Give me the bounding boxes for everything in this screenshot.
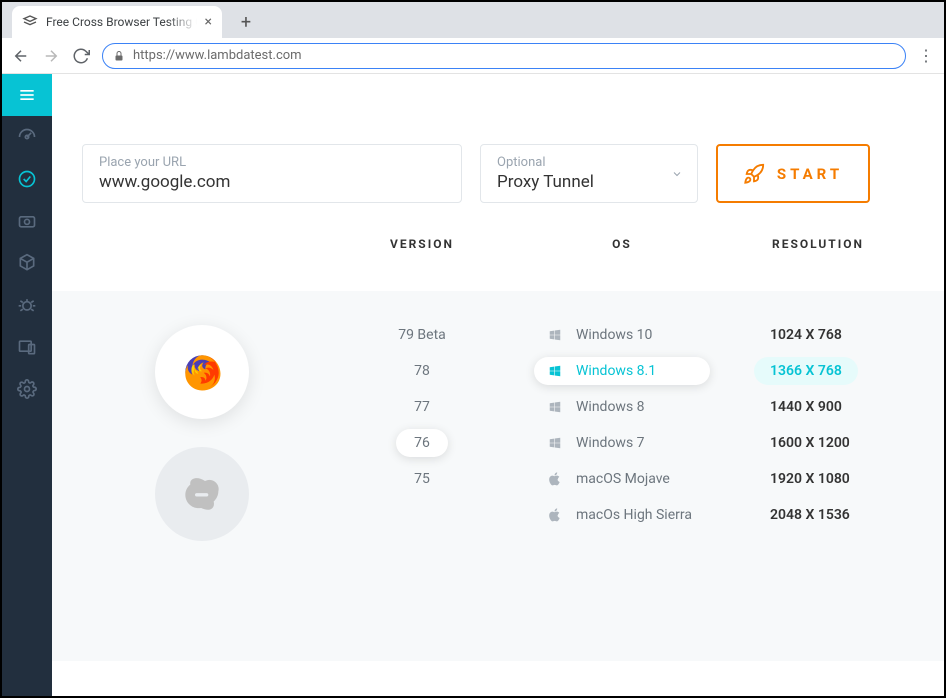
version-option[interactable]: 75 <box>396 465 448 493</box>
url-input-value: www.google.com <box>99 172 445 192</box>
browser-ie[interactable] <box>155 447 249 541</box>
version-option[interactable]: 76 <box>396 429 448 457</box>
os-option[interactable]: Windows 7 <box>534 429 710 457</box>
sidebar-item-responsive[interactable] <box>2 326 52 368</box>
resolution-list: 1024 X 768 1366 X 768 1440 X 900 1600 X 120… <box>722 321 914 541</box>
firefox-icon <box>180 350 224 394</box>
reload-button[interactable] <box>72 47 90 65</box>
tab-favicon <box>22 14 38 30</box>
rocket-icon <box>743 163 765 185</box>
resolution-option[interactable]: 1366 X 768 <box>754 357 858 385</box>
proxy-select[interactable]: Optional Proxy Tunnel <box>480 144 698 203</box>
sidebar-item-bug[interactable] <box>2 284 52 326</box>
resolution-option[interactable]: 1600 X 1200 <box>754 429 866 457</box>
version-option[interactable]: 79 Beta <box>380 321 464 349</box>
resolution-option[interactable]: 1024 X 768 <box>754 321 858 349</box>
resolution-option[interactable]: 1920 X 1080 <box>754 465 866 493</box>
start-button[interactable]: START <box>716 144 870 203</box>
browser-menu-button[interactable]: ⋮ <box>918 46 934 65</box>
version-option[interactable]: 77 <box>396 393 448 421</box>
url-input-label: Place your URL <box>99 155 445 170</box>
os-option[interactable]: Windows 10 <box>534 321 710 349</box>
gauge-icon <box>17 127 37 147</box>
header-version: VERSION <box>322 237 522 251</box>
address-input[interactable]: https://www.lambdatest.com <box>102 43 906 69</box>
sidebar-menu-toggle[interactable] <box>2 74 52 116</box>
cube-icon <box>17 253 37 273</box>
version-list: 79 Beta 78 77 76 75 <box>322 321 522 541</box>
tab-title: Free Cross Browser Testing Cloud <box>46 15 197 29</box>
sidebar-item-screenshot[interactable] <box>2 200 52 242</box>
new-tab-button[interactable]: + <box>232 8 260 36</box>
proxy-label: Optional <box>497 155 681 170</box>
devices-icon <box>17 337 37 357</box>
chevron-down-icon <box>671 168 683 180</box>
ie-icon <box>182 474 222 514</box>
gear-icon <box>17 379 37 399</box>
sidebar-item-cube[interactable] <box>2 242 52 284</box>
browser-addressbar: https://www.lambdatest.com ⋮ <box>2 38 944 74</box>
browser-tabbar: Free Cross Browser Testing Cloud × + <box>2 2 944 38</box>
close-tab-icon[interactable]: × <box>205 14 212 30</box>
browser-tab[interactable]: Free Cross Browser Testing Cloud × <box>12 6 222 38</box>
bug-icon <box>17 295 37 315</box>
version-option[interactable]: 78 <box>396 357 448 385</box>
back-button[interactable] <box>12 47 30 65</box>
os-list: Windows 10 Windows 8.1 Windows 8 Windows 7 m… <box>522 321 722 541</box>
header-os: OS <box>522 237 722 251</box>
os-option[interactable]: Windows 8 <box>534 393 710 421</box>
browser-firefox[interactable] <box>155 325 249 419</box>
sidebar-item-dashboard[interactable] <box>2 116 52 158</box>
proxy-value: Proxy Tunnel <box>497 172 681 192</box>
os-option[interactable]: macOs High Sierra <box>534 501 710 529</box>
os-option[interactable]: Windows 8.1 <box>534 357 710 385</box>
realtime-icon <box>17 169 37 189</box>
eye-icon <box>17 211 37 231</box>
os-option[interactable]: macOS Mojave <box>534 465 710 493</box>
start-button-label: START <box>777 165 843 183</box>
main-content: Place your URL www.google.com Optional P… <box>52 74 944 696</box>
sidebar-item-realtime[interactable] <box>2 158 52 200</box>
url-text: https://www.lambdatest.com <box>133 48 302 63</box>
header-resolution: RESOLUTION <box>722 237 914 251</box>
url-input[interactable]: Place your URL www.google.com <box>82 144 462 203</box>
resolution-option[interactable]: 1440 X 900 <box>754 393 858 421</box>
resolution-option[interactable]: 2048 X 1536 <box>754 501 866 529</box>
lock-icon <box>113 50 125 62</box>
forward-button[interactable] <box>42 47 60 65</box>
sidebar-item-settings[interactable] <box>2 368 52 410</box>
app-sidebar <box>2 74 52 696</box>
